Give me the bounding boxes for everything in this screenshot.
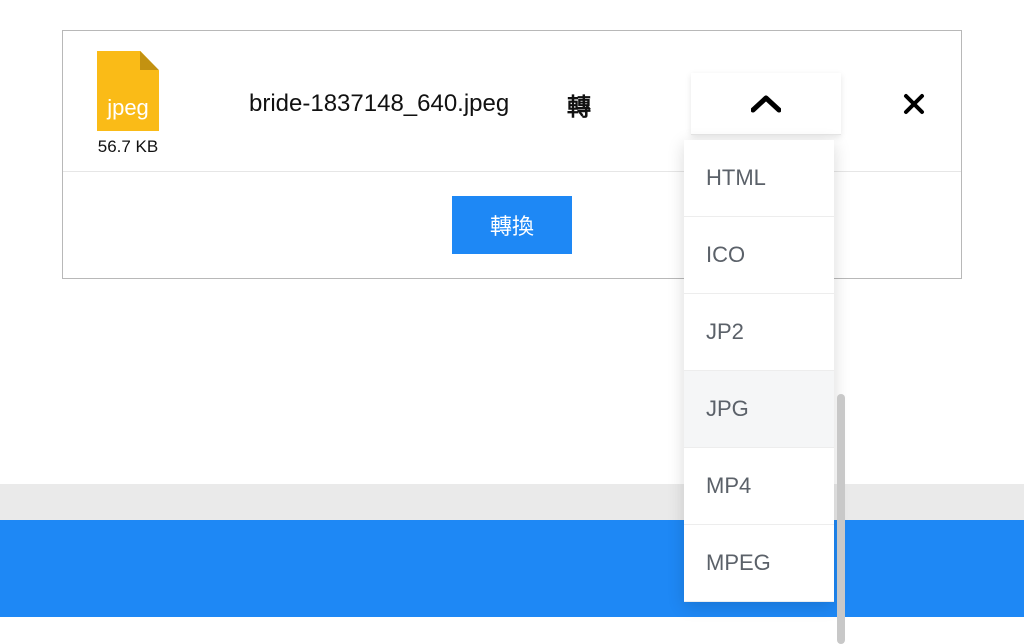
dropdown-item-mpeg[interactable]: MPEG (684, 525, 834, 602)
file-name: bride-1837148_640.jpeg (249, 90, 509, 118)
remove-file-button[interactable] (901, 91, 927, 117)
dropdown-item-ico[interactable]: ICO (684, 217, 834, 294)
close-icon (903, 93, 925, 115)
dropdown-item-jpg[interactable]: JPG (684, 371, 834, 448)
convert-button[interactable]: 轉換 (452, 196, 572, 254)
convert-label: 轉 (567, 87, 591, 122)
format-dropdown[interactable]: HTML ICO JP2 JPG MP4 MPEG (684, 140, 834, 602)
file-size: 56.7 KB (98, 137, 159, 157)
file-icon-wrap: jpeg 56.7 KB (97, 51, 159, 157)
chevron-up-icon (751, 95, 781, 113)
footer-grey-band (0, 484, 1024, 520)
footer-blue-band (0, 520, 1024, 617)
dropdown-item-jp2[interactable]: JP2 (684, 294, 834, 371)
file-type-label: jpeg (97, 95, 159, 121)
format-select[interactable] (691, 73, 841, 135)
dropdown-item-html[interactable]: HTML (684, 140, 834, 217)
file-type-icon: jpeg (97, 51, 159, 131)
dropdown-scrollbar[interactable] (837, 394, 845, 644)
dropdown-item-mp4[interactable]: MP4 (684, 448, 834, 525)
